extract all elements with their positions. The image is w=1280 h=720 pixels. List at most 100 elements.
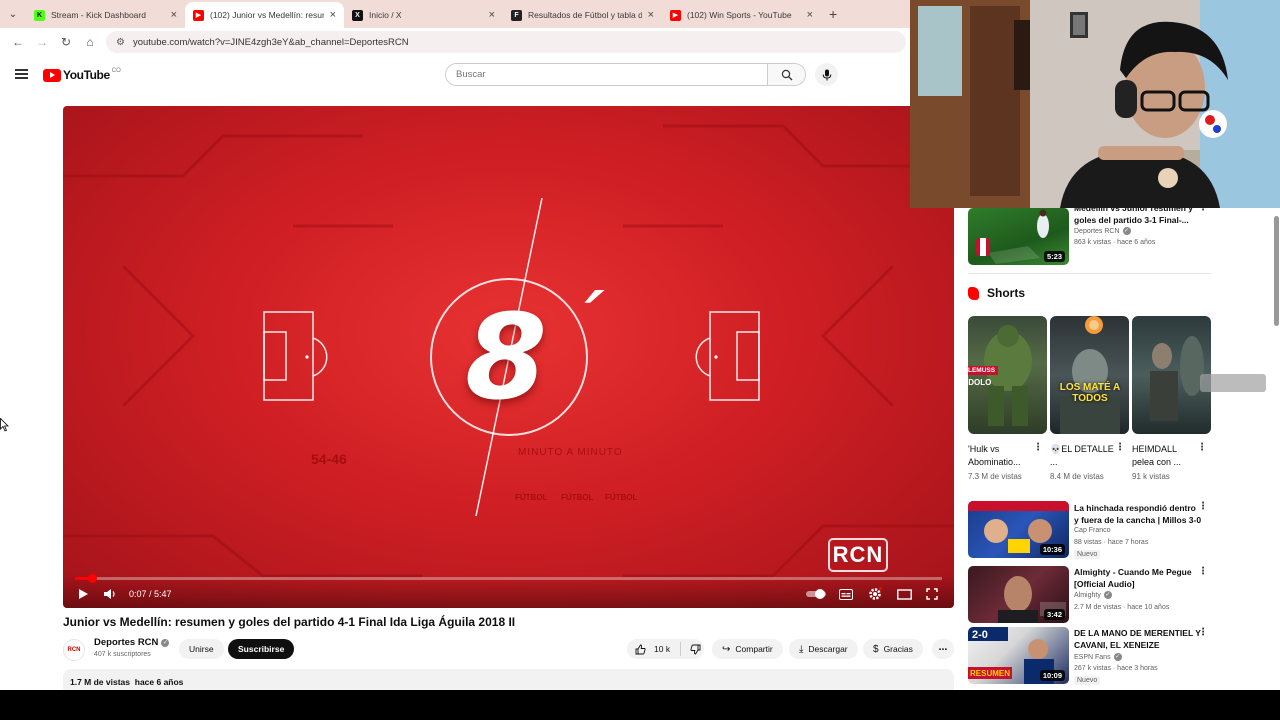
tab-flashscore[interactable]: F Resultados de Fútbol y tabla de... ×: [503, 2, 662, 28]
short-thumbnail[interactable]: LEMUSS ÍDOLO: [968, 316, 1047, 434]
autoplay-toggle[interactable]: [805, 586, 827, 602]
short-title: 'Hulk vs Abominatio...: [968, 444, 1021, 467]
thanks-button[interactable]: $ Gracias: [863, 639, 923, 659]
more-options-icon[interactable]: ⋮: [1197, 442, 1207, 453]
subscribe-button[interactable]: Suscribirse: [228, 639, 295, 659]
scrollbar-thumb[interactable]: [1274, 216, 1279, 326]
short-image: [1150, 336, 1204, 421]
tab-x-home[interactable]: X Inicio / X ×: [344, 2, 503, 28]
close-tab-icon[interactable]: ×: [648, 9, 654, 21]
verified-icon: ✓: [1103, 591, 1112, 599]
short-views: 7.3 M de vistas: [968, 472, 1022, 481]
screen-bottom-bar: [0, 690, 1280, 720]
rcn-logo: RCN: [828, 538, 888, 572]
recommended-video[interactable]: 3:42 Almighty - Cuando Me Pegue [Officia…: [968, 566, 1213, 624]
fullscreen-icon: [926, 588, 938, 600]
progress-scrubber[interactable]: [88, 574, 98, 583]
short-caption: ÍDOLO: [968, 378, 992, 387]
shorts-next-button[interactable]: [1200, 374, 1266, 392]
more-options-icon[interactable]: ⋮: [1198, 501, 1208, 512]
divider: [968, 273, 1211, 274]
channel-avatar[interactable]: RCN: [63, 639, 85, 661]
channel-name: Deportes RCN: [94, 637, 159, 648]
channel-name: Deportes RCN ✓: [1074, 227, 1131, 235]
recommended-video[interactable]: 10:36 La hinchada respondió dentro y fue…: [968, 501, 1213, 559]
video-thumbnail[interactable]: 3:42: [968, 566, 1069, 623]
description-box[interactable]: 1.7 M de vistas hace 6 años: [63, 669, 954, 690]
theater-mode-button[interactable]: [897, 586, 912, 602]
progress-bar[interactable]: [75, 574, 942, 583]
channel-name: Almighty ✓: [1074, 591, 1112, 599]
tab-youtube-junior-medellin[interactable]: ▶ (102) Junior vs Medellín: resum... ×: [185, 2, 344, 28]
short-item[interactable]: LOS MATÉ A TODOS 💀EL DETALLE ... 8.4 M d…: [1050, 316, 1129, 481]
close-tab-icon[interactable]: ×: [171, 9, 177, 21]
video-thumbnail[interactable]: 2-0 RESUMEN 10:09: [968, 627, 1069, 684]
site-info-icon[interactable]: ⚙: [116, 37, 125, 48]
subtitles-button[interactable]: [839, 586, 853, 602]
search-input[interactable]: [446, 64, 767, 85]
share-button[interactable]: ↪ Compartir: [712, 639, 783, 659]
video-thumbnail[interactable]: 10:36: [968, 501, 1069, 558]
mouse-cursor-icon: [0, 418, 9, 432]
download-button[interactable]: ⤓ Descargar: [789, 639, 858, 659]
video-player[interactable]: 8 ′ 54-46 MINUTO A MINUTO FÚTBOL FÚTBOL …: [63, 106, 954, 608]
overlay-word: FÚTBOL: [561, 493, 594, 502]
dislike-button[interactable]: [681, 644, 701, 655]
short-thumbnail[interactable]: [1132, 316, 1211, 434]
close-tab-icon[interactable]: ×: [489, 9, 495, 21]
menu-icon[interactable]: [15, 69, 28, 79]
channel-name-wrap[interactable]: Deportes RCN ✓: [94, 637, 170, 648]
gear-icon: [869, 587, 882, 600]
home-icon[interactable]: ⌂: [78, 30, 102, 54]
back-arrow-icon[interactable]: ←: [6, 30, 30, 54]
volume-icon: [104, 589, 115, 599]
tab-search-chevron-icon[interactable]: ⌄: [0, 0, 26, 28]
theater-mode-icon: [897, 588, 912, 600]
current-time: 0:07: [129, 589, 147, 599]
short-item[interactable]: LEMUSS ÍDOLO 'Hulk vs Abominatio... 7.3 …: [968, 316, 1047, 481]
voice-search-button[interactable]: [815, 63, 838, 86]
short-thumbnail[interactable]: LOS MATÉ A TODOS: [1050, 316, 1129, 434]
search-box: [445, 63, 806, 86]
recommended-video[interactable]: 5:23 Medellín vs Junior resumen y goles …: [968, 202, 1213, 265]
forward-arrow-icon[interactable]: →: [30, 30, 54, 54]
more-options-icon[interactable]: ⋮: [1198, 566, 1208, 577]
video-duration: 3:42: [1043, 609, 1065, 620]
like-button[interactable]: 10 k: [627, 644, 670, 655]
more-actions-button[interactable]: ⋯: [932, 639, 954, 659]
short-item[interactable]: HEIMDALL pelea con ... 91 k vistas ⋮: [1132, 316, 1211, 481]
video-meta: 2.7 M de vistas · hace 10 años: [1074, 604, 1170, 611]
search-button[interactable]: [767, 64, 805, 85]
url-bar[interactable]: ⚙ youtube.com/watch?v=JINE4zgh3eY&ab_cha…: [106, 31, 906, 53]
recommended-video[interactable]: 2-0 RESUMEN 10:09 DE LA MANO DE MERENTIEL…: [968, 627, 1213, 685]
youtube-logo[interactable]: YouTube CO: [43, 68, 121, 82]
close-tab-icon[interactable]: ×: [330, 9, 336, 21]
video-duration: 5:23: [1043, 251, 1065, 262]
short-views: 8.4 M de vistas: [1050, 472, 1104, 481]
webcam-overlay: [910, 0, 1280, 208]
video-thumbnail[interactable]: 5:23: [968, 208, 1069, 265]
volume-button[interactable]: [103, 586, 117, 602]
play-button[interactable]: [77, 586, 89, 602]
shorts-icon: [968, 286, 979, 300]
x-icon: X: [352, 9, 363, 21]
thanks-label: Gracias: [883, 644, 913, 654]
reload-icon[interactable]: ↻: [54, 30, 78, 54]
settings-button[interactable]: [868, 586, 882, 602]
more-options-icon[interactable]: ⋮: [1198, 627, 1208, 638]
close-tab-icon[interactable]: ×: [807, 9, 813, 21]
tab-win-sports[interactable]: ▶ (102) Win Sports - YouTube ×: [662, 2, 821, 28]
more-options-icon[interactable]: ⋮: [1115, 442, 1125, 453]
verified-icon: ✓: [1122, 227, 1131, 235]
short-title: 💀EL DETALLE ...: [1050, 444, 1114, 467]
new-tab-icon[interactable]: +: [829, 6, 837, 22]
tab-kick-dashboard[interactable]: K Stream - Kick Dashboard ×: [26, 2, 185, 28]
short-image: [984, 325, 1032, 426]
short-image: [1060, 316, 1120, 434]
join-button[interactable]: Unirse: [179, 639, 224, 659]
more-options-icon[interactable]: ⋮: [1033, 442, 1043, 453]
fullscreen-button[interactable]: [926, 586, 938, 602]
minute-label: MINUTO A MINUTO: [518, 447, 623, 458]
overlay-word: FÚTBOL: [605, 493, 638, 502]
score-overlay: 54-46: [311, 451, 347, 467]
